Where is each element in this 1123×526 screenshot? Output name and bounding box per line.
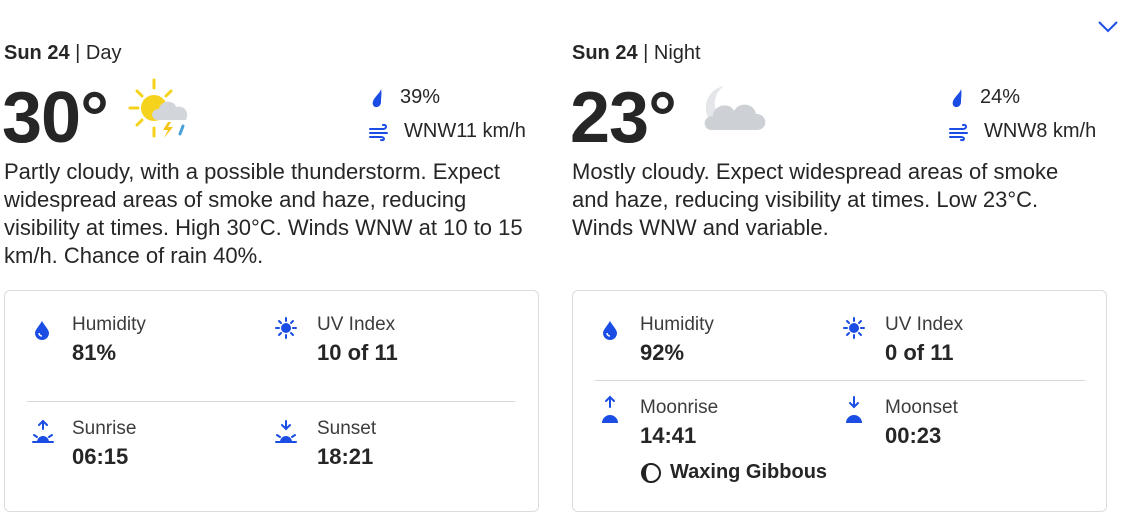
- wind-icon: [369, 123, 388, 141]
- night-heading: Sun 24 | Night: [572, 42, 701, 65]
- night-separator: |: [643, 42, 649, 64]
- night-humidity-value: 92%: [640, 340, 685, 365]
- sunset-icon: [275, 420, 297, 443]
- moonset-icon: [846, 396, 862, 423]
- wind-icon: [949, 123, 968, 141]
- day-wind: WNW11 km/h: [368, 120, 526, 143]
- night-description: Mostly cloudy. Expect widespread areas o…: [572, 159, 1059, 240]
- day-uv-label: UV Index: [317, 314, 396, 335]
- raindrop-icon: [372, 88, 382, 107]
- night-temperature: 23°: [570, 78, 677, 158]
- waxing-gibbous-moon-icon: [641, 462, 661, 483]
- day-rain-chance: 39%: [368, 86, 440, 109]
- day-sunset-value: 18:21: [317, 444, 374, 469]
- night-moonset-value: 00:23: [885, 423, 942, 448]
- night-moonrise-label: Moonrise: [640, 397, 719, 418]
- night-period: Night: [653, 42, 701, 64]
- humidity-drop-icon: [603, 321, 617, 340]
- mostly-cloudy-night-icon: [698, 80, 770, 142]
- night-moonset-label: Moonset: [885, 397, 958, 418]
- night-wind: WNW8 km/h: [948, 120, 1096, 143]
- moonrise-icon: [602, 395, 618, 423]
- day-sunset-label: Sunset: [317, 418, 377, 439]
- uv-sun-icon: [843, 317, 865, 339]
- night-date: Sun 24: [572, 42, 638, 64]
- day-humidity-value: 81%: [72, 340, 117, 365]
- day-description: Partly cloudy, with a possible thunderst…: [4, 159, 523, 268]
- night-uv-value: 0 of 11: [885, 340, 954, 365]
- moon-phase: Waxing Gibbous: [640, 461, 827, 484]
- day-details-card: Humidity 81% UV Index 10 of 11 Sunrise 0…: [4, 290, 539, 512]
- uv-sun-icon: [275, 317, 297, 339]
- night-uv-label: UV Index: [885, 314, 964, 335]
- raindrop-icon: [952, 88, 962, 107]
- day-date: Sun 24: [4, 42, 70, 64]
- day-sunrise-value: 06:15: [72, 444, 129, 469]
- day-humidity-label: Humidity: [72, 314, 146, 335]
- night-card-divider: [595, 380, 1085, 381]
- partly-cloudy-thunderstorm-icon: [128, 76, 198, 142]
- day-card-divider: [27, 401, 515, 402]
- night-rain-value: 24%: [980, 86, 1021, 108]
- collapse-chevron-icon[interactable]: [1096, 16, 1120, 36]
- day-uv-value: 10 of 11: [317, 340, 398, 365]
- day-period: Day: [85, 42, 122, 64]
- night-wind-value: WNW8 km/h: [984, 120, 1097, 142]
- sunrise-icon: [32, 419, 54, 443]
- day-separator: |: [75, 42, 81, 64]
- night-rain-chance: 24%: [948, 86, 1020, 109]
- day-wind-value: WNW11 km/h: [404, 120, 526, 142]
- night-moonrise-value: 14:41: [640, 423, 697, 448]
- night-details-card: Humidity 92% UV Index 0 of 11 Moonrise 1…: [572, 290, 1107, 512]
- moon-phase-label: Waxing Gibbous: [670, 461, 828, 483]
- day-sunrise-label: Sunrise: [72, 418, 137, 439]
- humidity-drop-icon: [35, 321, 49, 340]
- day-heading: Sun 24 | Day: [4, 42, 121, 65]
- day-temperature: 30°: [2, 78, 109, 158]
- day-rain-value: 39%: [400, 86, 441, 108]
- night-humidity-label: Humidity: [640, 314, 714, 335]
